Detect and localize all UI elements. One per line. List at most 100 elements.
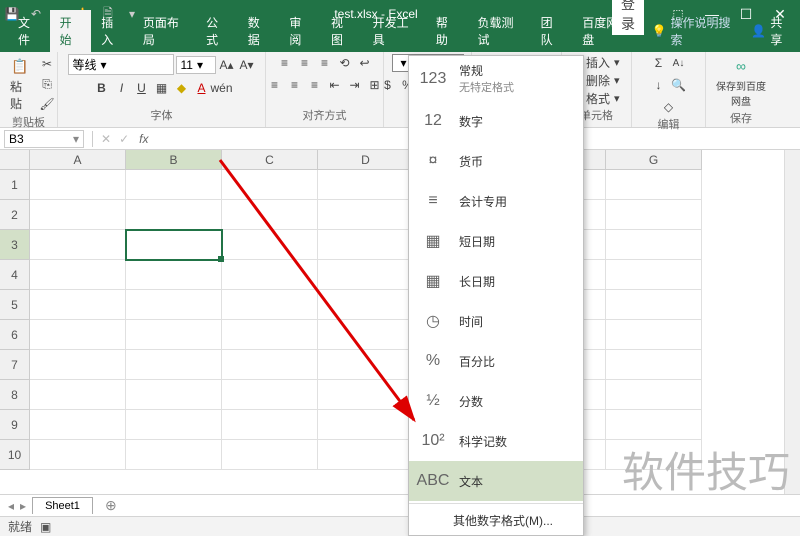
row-header[interactable]: 9 [0, 410, 30, 440]
tab-百度网盘[interactable]: 百度网盘 [572, 10, 635, 52]
cell[interactable] [222, 440, 318, 470]
cell[interactable] [318, 290, 414, 320]
cell[interactable] [30, 410, 126, 440]
cell[interactable] [126, 260, 222, 290]
format-option-科学记数[interactable]: 10²科学记数 [409, 421, 583, 461]
tell-me[interactable]: 💡操作说明搜索 [644, 10, 742, 52]
cell[interactable] [318, 260, 414, 290]
align-center-icon[interactable]: ≡ [286, 76, 304, 94]
cell[interactable] [30, 440, 126, 470]
cell[interactable] [606, 320, 702, 350]
row-header[interactable]: 3 [0, 230, 30, 260]
cell[interactable] [222, 380, 318, 410]
cell[interactable] [606, 200, 702, 230]
col-header[interactable]: A [30, 150, 126, 170]
phonetic-icon[interactable]: wén [213, 79, 231, 97]
name-box[interactable]: B3▾ [4, 130, 84, 148]
tab-公式[interactable]: 公式 [196, 10, 238, 52]
cell[interactable] [126, 170, 222, 200]
format-option-短日期[interactable]: ▦短日期 [409, 221, 583, 261]
cell[interactable] [606, 380, 702, 410]
col-header[interactable]: C [222, 150, 318, 170]
tab-插入[interactable]: 插入 [91, 10, 133, 52]
fx-icon[interactable]: fx [133, 132, 154, 146]
orientation-icon[interactable]: ⟲ [336, 54, 354, 72]
row-header[interactable]: 2 [0, 200, 30, 230]
cell[interactable] [126, 350, 222, 380]
col-header[interactable]: G [606, 150, 702, 170]
currency-icon[interactable]: $ [379, 76, 397, 94]
cell[interactable] [222, 230, 318, 260]
cell[interactable] [606, 170, 702, 200]
paste-button[interactable]: 📋 粘贴 [6, 54, 34, 114]
align-top-icon[interactable]: ≡ [276, 54, 294, 72]
cell[interactable] [222, 350, 318, 380]
cell[interactable] [126, 320, 222, 350]
font-name-combo[interactable]: 等线▾ [68, 54, 174, 75]
cell[interactable] [30, 230, 126, 260]
italic-icon[interactable]: I [113, 79, 131, 97]
col-header[interactable]: B [126, 150, 222, 170]
cell[interactable] [222, 200, 318, 230]
sheet-nav-next-icon[interactable]: ▸ [20, 499, 26, 513]
copy-icon[interactable]: ⎘ [38, 75, 56, 93]
increase-font-icon[interactable]: A▴ [218, 56, 236, 74]
cell[interactable] [606, 350, 702, 380]
cell[interactable] [318, 200, 414, 230]
align-right-icon[interactable]: ≡ [306, 76, 324, 94]
cell[interactable] [222, 290, 318, 320]
row-header[interactable]: 5 [0, 290, 30, 320]
format-option-常规[interactable]: 123常规无特定格式 [409, 56, 583, 101]
format-option-分数[interactable]: ½分数 [409, 381, 583, 421]
add-sheet-icon[interactable]: ⊕ [99, 497, 123, 514]
align-mid-icon[interactable]: ≡ [296, 54, 314, 72]
row-header[interactable]: 10 [0, 440, 30, 470]
more-number-formats[interactable]: 其他数字格式(M)... [409, 506, 583, 535]
cell[interactable] [30, 380, 126, 410]
tab-文件[interactable]: 文件 [8, 10, 50, 52]
cell[interactable] [222, 260, 318, 290]
cell[interactable] [126, 410, 222, 440]
format-option-会计专用[interactable]: ≡会计专用 [409, 181, 583, 221]
col-header[interactable]: D [318, 150, 414, 170]
cell[interactable] [126, 230, 222, 260]
tab-帮助[interactable]: 帮助 [426, 10, 468, 52]
find-icon[interactable]: 🔍 [670, 76, 688, 94]
format-painter-icon[interactable]: 🖌 [38, 95, 56, 113]
cell[interactable] [30, 350, 126, 380]
row-header[interactable]: 8 [0, 380, 30, 410]
cell[interactable] [318, 440, 414, 470]
macro-icon[interactable]: ▣ [40, 520, 51, 534]
cell[interactable] [318, 380, 414, 410]
tab-视图[interactable]: 视图 [321, 10, 363, 52]
format-option-货币[interactable]: ¤货币 [409, 141, 583, 181]
cell[interactable] [318, 170, 414, 200]
cell[interactable] [318, 410, 414, 440]
indent-icon[interactable]: ⇥ [346, 76, 364, 94]
format-option-数字[interactable]: 12数字 [409, 101, 583, 141]
tab-开发工具[interactable]: 开发工具 [363, 10, 426, 52]
format-option-时间[interactable]: ◷时间 [409, 301, 583, 341]
row-header[interactable]: 7 [0, 350, 30, 380]
underline-icon[interactable]: U [133, 79, 151, 97]
row-header[interactable]: 1 [0, 170, 30, 200]
cell[interactable] [222, 320, 318, 350]
cell[interactable] [318, 350, 414, 380]
cell[interactable] [606, 290, 702, 320]
fill-color-icon[interactable]: ◆ [173, 79, 191, 97]
cell[interactable] [606, 260, 702, 290]
cell[interactable] [30, 260, 126, 290]
fill-icon[interactable]: ↓ [650, 76, 668, 94]
cell[interactable] [30, 290, 126, 320]
format-option-长日期[interactable]: ▦长日期 [409, 261, 583, 301]
decrease-font-icon[interactable]: A▾ [238, 56, 256, 74]
tab-数据[interactable]: 数据 [238, 10, 280, 52]
sheet-nav-prev-icon[interactable]: ◂ [8, 499, 14, 513]
cut-icon[interactable]: ✂ [38, 55, 56, 73]
cell[interactable] [126, 200, 222, 230]
bold-icon[interactable]: B [93, 79, 111, 97]
clear-icon[interactable]: ◇ [660, 98, 678, 116]
tab-审阅[interactable]: 审阅 [279, 10, 321, 52]
tab-团队[interactable]: 团队 [531, 10, 573, 52]
select-all-corner[interactable] [0, 150, 30, 170]
